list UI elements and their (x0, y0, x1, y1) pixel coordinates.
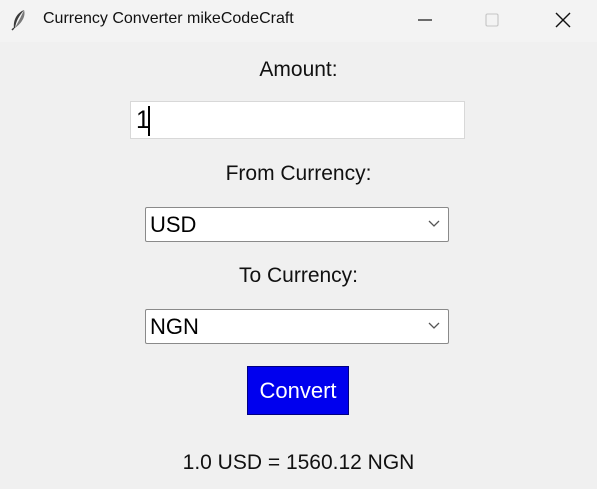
to-currency-label: To Currency: (238, 264, 359, 287)
amount-input[interactable] (130, 101, 465, 139)
from-currency-select[interactable]: USD (145, 207, 449, 242)
convert-button[interactable]: Convert (247, 366, 349, 415)
text-caret (148, 106, 150, 136)
feather-icon (11, 10, 25, 31)
close-icon (555, 12, 571, 28)
to-currency-value: NGN (150, 314, 199, 339)
window-title: Currency Converter mikeCodeCraft (43, 10, 294, 27)
maximize-icon (485, 13, 499, 27)
conversion-result: 1.0 USD = 1560.12 NGN (182, 451, 415, 474)
to-currency-select[interactable]: NGN (145, 309, 449, 344)
maximize-button[interactable] (469, 0, 515, 40)
title-bar[interactable]: Currency Converter mikeCodeCraft (0, 0, 597, 42)
amount-label: Amount: (259, 58, 338, 81)
from-currency-value: USD (150, 212, 197, 237)
close-button[interactable] (540, 0, 586, 40)
app-window: Currency Converter mikeCodeCraft Amount:… (0, 0, 597, 489)
from-currency-label: From Currency: (225, 162, 372, 185)
minimize-icon (418, 19, 432, 21)
minimize-button[interactable] (402, 0, 448, 40)
chevron-down-icon (428, 322, 440, 329)
chevron-down-icon (428, 220, 440, 227)
